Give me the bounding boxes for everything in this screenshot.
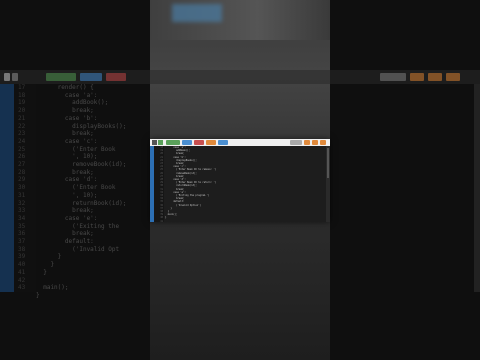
line-number: 27 bbox=[18, 161, 26, 169]
toolbar-icon bbox=[4, 73, 10, 81]
blurred-blue-shape bbox=[172, 4, 222, 22]
code-line: } bbox=[36, 268, 47, 276]
line-number: 31 bbox=[18, 191, 26, 199]
line-number: 29 bbox=[18, 176, 26, 184]
toolbar-tab-red[interactable] bbox=[194, 140, 204, 145]
toolbar-tab bbox=[380, 73, 406, 81]
toolbar-tab bbox=[410, 73, 424, 81]
line-number: 37 bbox=[18, 238, 26, 246]
line-number: 28 bbox=[18, 168, 26, 176]
line-number: 25 bbox=[18, 145, 26, 153]
toolbar-tab bbox=[46, 73, 76, 81]
line-number: 23 bbox=[18, 130, 26, 138]
toolbar-tab-blue[interactable] bbox=[182, 140, 192, 145]
play-icon[interactable] bbox=[158, 140, 163, 145]
line-number: 33 bbox=[18, 207, 26, 215]
editor-toolbar bbox=[150, 139, 330, 146]
code-line: case 'b': bbox=[36, 114, 98, 122]
line-number: 20 bbox=[18, 107, 26, 115]
background-toolbar bbox=[0, 70, 480, 84]
line-number: 18 bbox=[18, 91, 26, 99]
code-line: displayBooks(); bbox=[36, 122, 127, 130]
code-line: addBook(); bbox=[36, 99, 109, 107]
code-line: break; bbox=[36, 107, 94, 115]
code-line: break; bbox=[36, 130, 94, 138]
code-line: ('Exiting the bbox=[36, 222, 120, 230]
editor-code[interactable]: case 'a': addBook(); break; case 'b': di… bbox=[165, 146, 323, 222]
editor-scrollbar[interactable] bbox=[326, 146, 330, 222]
toolbar-icon bbox=[12, 73, 18, 81]
toolbar-tab bbox=[446, 73, 460, 81]
line-number: 41 bbox=[160, 219, 163, 223]
toolbar-tab bbox=[80, 73, 102, 81]
toolbar-tab bbox=[428, 73, 442, 81]
top-blurred-region bbox=[150, 0, 330, 40]
line-number: 24 bbox=[18, 137, 26, 145]
line-number: 21 bbox=[18, 114, 26, 122]
toolbar-tab-orange-2[interactable] bbox=[304, 140, 310, 145]
toolbar-tab bbox=[106, 73, 126, 81]
code-line: } bbox=[36, 261, 55, 269]
code-line: break; bbox=[36, 230, 94, 238]
code-editor-window: 18 19 20 21 22 23 24 25 26 27 28 29 30 31 32 33 34 35 36 37… bbox=[150, 139, 330, 223]
background-gutter bbox=[0, 84, 14, 292]
code-line: render() { bbox=[36, 84, 94, 91]
file-icon[interactable] bbox=[152, 140, 157, 145]
toolbar-tab-orange-4[interactable] bbox=[320, 140, 326, 145]
toolbar-tab-orange-3[interactable] bbox=[312, 140, 318, 145]
code-line: } bbox=[36, 291, 40, 299]
line-number: 26 bbox=[18, 153, 26, 161]
line-number: 32 bbox=[18, 199, 26, 207]
toolbar-tab-green[interactable] bbox=[166, 140, 180, 145]
background-scrollbar[interactable] bbox=[474, 84, 480, 292]
line-number: 42 bbox=[18, 276, 26, 284]
background-line-numbers: 17 18 19 20 21 22 23 24 25 26 27 28 29 30 31 32 33 34 35 36… bbox=[14, 84, 36, 292]
editor-line-numbers: 18 19 20 21 22 23 24 25 26 27 28 29 30 31 32 33 34 35 36 37… bbox=[154, 146, 164, 223]
toolbar-tab-gray[interactable] bbox=[290, 140, 302, 145]
line-number: 17 bbox=[18, 84, 26, 91]
code-line: default: bbox=[36, 238, 94, 246]
toolbar-tab-blue-2[interactable] bbox=[218, 140, 228, 145]
code-line: case 'a': bbox=[36, 91, 98, 99]
line-number: 40 bbox=[18, 261, 26, 269]
line-number: 41 bbox=[18, 268, 26, 276]
line-number: 22 bbox=[18, 122, 26, 130]
toolbar-tab-orange[interactable] bbox=[206, 140, 216, 145]
line-number: 34 bbox=[18, 214, 26, 222]
code-line: ('Invalid Opt bbox=[36, 245, 120, 253]
code-line: } bbox=[36, 253, 62, 261]
line-number: 19 bbox=[18, 99, 26, 107]
line-number: 36 bbox=[18, 230, 26, 238]
line-number: 35 bbox=[18, 222, 26, 230]
scrollbar-thumb[interactable] bbox=[327, 148, 329, 178]
code-line: main(); bbox=[36, 284, 69, 292]
line-number: 39 bbox=[18, 253, 26, 261]
line-number: 30 bbox=[18, 184, 26, 192]
line-number: 38 bbox=[18, 245, 26, 253]
line-number: 43 bbox=[18, 284, 26, 292]
